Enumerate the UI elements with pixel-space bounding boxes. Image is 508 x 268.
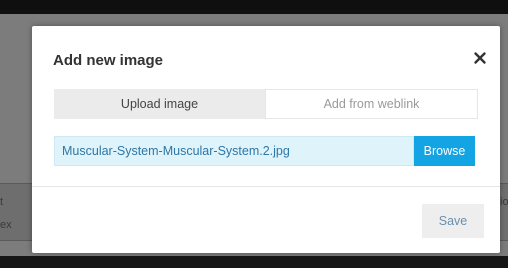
dialog-footer-divider	[32, 186, 500, 187]
file-picker: Muscular-System-Muscular-System.2.jpg Br…	[54, 136, 475, 166]
selected-file-field[interactable]: Muscular-System-Muscular-System.2.jpg	[54, 136, 414, 166]
background-text-fragment: t	[0, 196, 4, 208]
page-top-bar	[0, 0, 508, 14]
add-image-dialog: Add new image Upload image Add from webl…	[32, 26, 500, 253]
background-text-fragment: io	[500, 196, 508, 208]
close-button[interactable]	[472, 50, 488, 66]
tab-upload-image[interactable]: Upload image	[54, 89, 265, 119]
browse-button[interactable]: Browse	[414, 136, 475, 166]
background-text-fragment: ex	[0, 219, 12, 231]
save-button[interactable]: Save	[422, 204, 484, 238]
page-bottom-bar	[0, 256, 508, 268]
close-icon	[474, 52, 486, 64]
tab-add-from-weblink[interactable]: Add from weblink	[265, 89, 478, 119]
dialog-title: Add new image	[53, 52, 164, 69]
upload-mode-tabs: Upload image Add from weblink	[54, 89, 478, 119]
